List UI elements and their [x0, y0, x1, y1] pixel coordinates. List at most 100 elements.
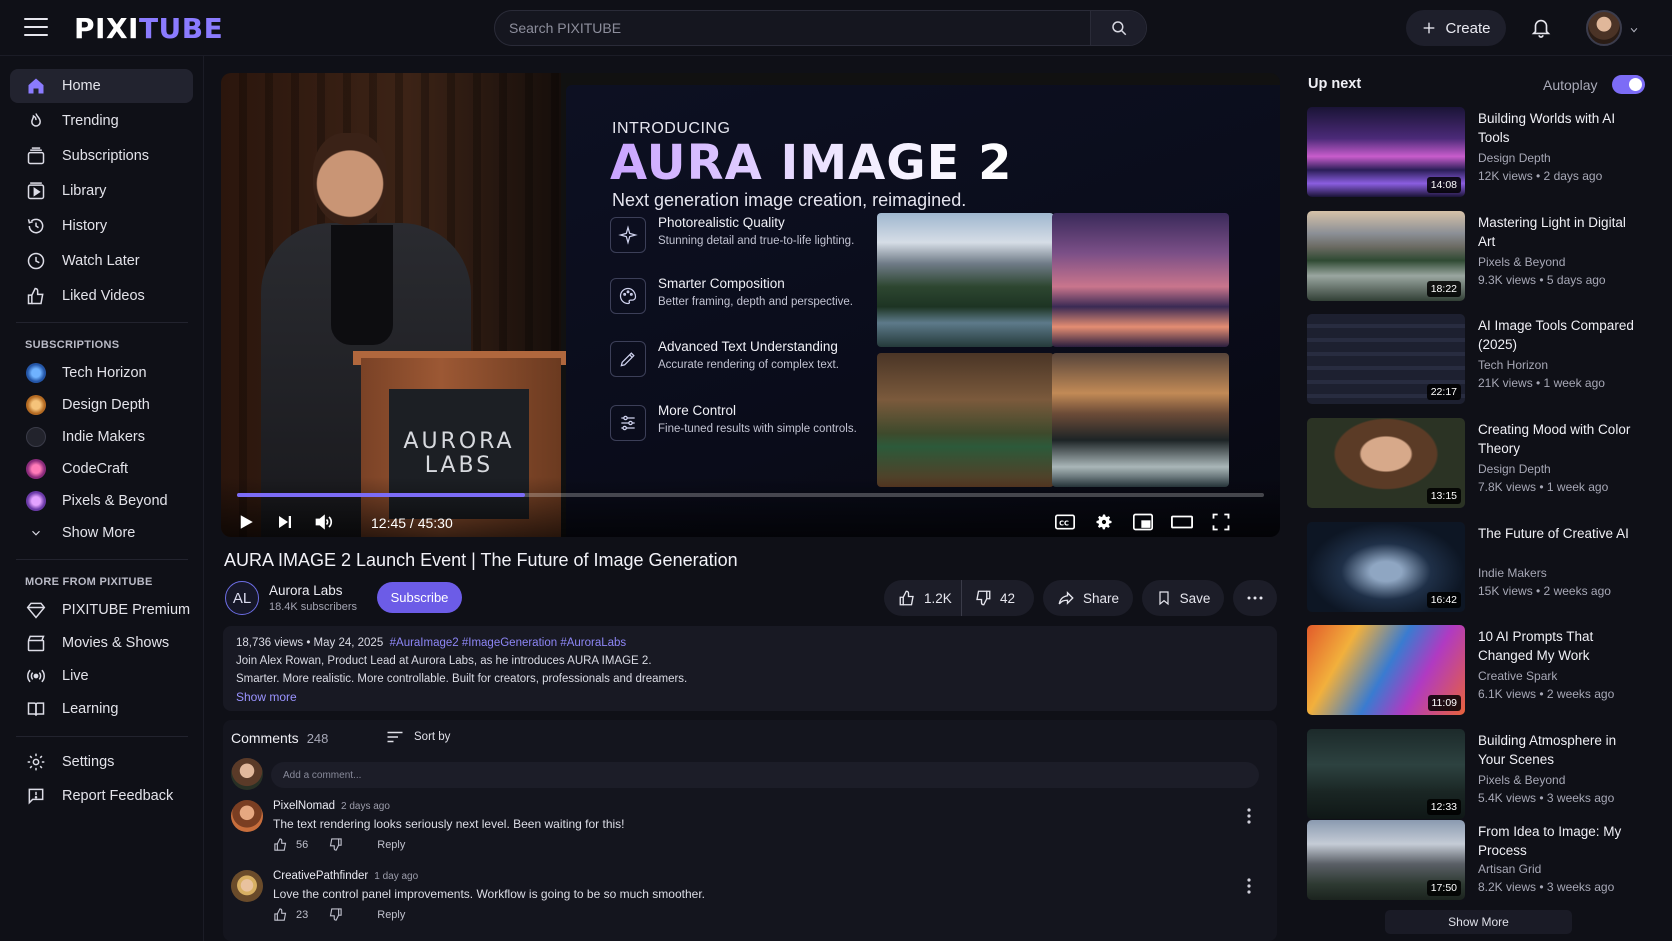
recommended-channel[interactable]: Artisan Grid: [1478, 862, 1541, 876]
sidebar-item-home[interactable]: Home: [10, 69, 193, 103]
bell-icon[interactable]: [1530, 15, 1552, 44]
video-thumbnail[interactable]: 22:17: [1307, 314, 1465, 404]
recommended-title[interactable]: Mastering Light in Digital Art: [1478, 213, 1638, 251]
sidebar-item-learning[interactable]: Learning: [10, 692, 193, 726]
volume-button[interactable]: [307, 505, 341, 537]
reply-button[interactable]: Reply: [377, 839, 405, 851]
share-button[interactable]: Share: [1043, 580, 1133, 616]
recommended-title[interactable]: Building Atmosphere in Your Scenes: [1478, 731, 1638, 769]
subscribe-button[interactable]: Subscribe: [377, 582, 462, 613]
sidebar-item-trending[interactable]: Trending: [10, 104, 193, 138]
more-vertical-icon[interactable]: [1247, 808, 1251, 829]
recommended-video[interactable]: 14:08 Building Worlds with AI Tools Desi…: [1307, 107, 1667, 199]
fullscreen-button[interactable]: [1204, 505, 1238, 537]
description-box[interactable]: 18,736 views • May 24, 2025 #AuraImage2 …: [223, 626, 1277, 711]
captions-button[interactable]: CC: [1048, 505, 1082, 537]
recommended-title[interactable]: Building Worlds with AI Tools: [1478, 109, 1638, 147]
recommended-channel[interactable]: Design Depth: [1478, 462, 1551, 476]
feature-item: Advanced Text Understanding Accurate ren…: [610, 337, 880, 385]
video-thumbnail[interactable]: 17:50: [1307, 820, 1465, 900]
recommended-video[interactable]: 12:33 Building Atmosphere in Your Scenes…: [1307, 729, 1667, 821]
next-button[interactable]: [268, 505, 302, 537]
hashtags[interactable]: #AuraImage2 #ImageGeneration #AuroraLabs: [390, 637, 627, 649]
recommended-channel[interactable]: Creative Spark: [1478, 669, 1557, 683]
sidebar-channel-codecraft[interactable]: CodeCraft: [10, 452, 193, 486]
miniplayer-button[interactable]: [1126, 505, 1160, 537]
sidebar-show-more[interactable]: Show More: [10, 516, 193, 550]
feature-title: More Control: [658, 403, 737, 418]
show-more-button[interactable]: Show More: [1385, 910, 1572, 934]
recommended-channel[interactable]: Indie Makers: [1478, 566, 1547, 580]
recommended-video[interactable]: 17:50 From Idea to Image: My Process Art…: [1307, 820, 1667, 912]
reply-button[interactable]: Reply: [377, 909, 405, 921]
menu-icon[interactable]: [24, 18, 48, 38]
logo[interactable]: PIXITUBE: [74, 12, 223, 45]
sidebar-item-subscriptions[interactable]: Subscriptions: [10, 139, 193, 173]
sidebar-channel-indie-makers[interactable]: Indie Makers: [10, 420, 193, 454]
sidebar-item-feedback[interactable]: Report Feedback: [10, 779, 193, 813]
settings-button[interactable]: [1087, 505, 1121, 537]
recommended-channel[interactable]: Design Depth: [1478, 151, 1551, 165]
autoplay-toggle[interactable]: [1612, 75, 1645, 94]
sidebar-item-movies[interactable]: Movies & Shows: [10, 626, 193, 660]
video-player[interactable]: AURORA LABS INTRODUCING AURA IMAGE 2 Nex…: [221, 73, 1280, 537]
sidebar-item-live[interactable]: Live: [10, 659, 193, 693]
recommended-video[interactable]: 16:42 The Future of Creative AI Indie Ma…: [1307, 522, 1667, 614]
comment-author[interactable]: PixelNomad: [273, 800, 335, 812]
sidebar-channel-pixels-beyond[interactable]: Pixels & Beyond: [10, 484, 193, 518]
video-thumbnail[interactable]: 18:22: [1307, 211, 1465, 301]
video-thumbnail[interactable]: 16:42: [1307, 522, 1465, 612]
sidebar-item-liked-videos[interactable]: Liked Videos: [10, 279, 193, 313]
commenter-avatar[interactable]: [231, 870, 263, 902]
recommended-title[interactable]: The Future of Creative AI: [1478, 524, 1638, 543]
thumbs-down-icon[interactable]: [328, 837, 343, 852]
more-vertical-icon[interactable]: [1247, 878, 1251, 899]
recommended-video[interactable]: 13:15 Creating Mood with Color Theory De…: [1307, 418, 1667, 510]
sidebar-item-settings[interactable]: Settings: [10, 745, 193, 779]
theater-button[interactable]: [1165, 505, 1199, 537]
sidebar-item-label: Settings: [62, 754, 115, 770]
sort-by-button[interactable]: Sort by: [386, 730, 450, 744]
play-button[interactable]: [229, 505, 263, 537]
create-button[interactable]: Create: [1406, 10, 1506, 46]
avatar[interactable]: [1586, 10, 1622, 46]
sidebar-item-history[interactable]: History: [10, 209, 193, 243]
channel-name[interactable]: Aurora Labs: [269, 583, 343, 598]
like-button[interactable]: 1.2K: [884, 580, 962, 616]
recommended-title[interactable]: From Idea to Image: My Process: [1478, 822, 1638, 860]
recommended-title[interactable]: Creating Mood with Color Theory: [1478, 420, 1638, 458]
chevron-down-icon[interactable]: [1628, 22, 1640, 40]
sidebar-channel-design-depth[interactable]: Design Depth: [10, 388, 193, 422]
save-button[interactable]: Save: [1142, 580, 1224, 616]
recommended-channel[interactable]: Pixels & Beyond: [1478, 255, 1565, 269]
progress-bar[interactable]: [237, 493, 1264, 497]
video-thumbnail[interactable]: 13:15: [1307, 418, 1465, 508]
recommended-title[interactable]: 10 AI Prompts That Changed My Work: [1478, 627, 1638, 665]
recommended-channel[interactable]: Tech Horizon: [1478, 358, 1548, 372]
recommended-video[interactable]: 11:09 10 AI Prompts That Changed My Work…: [1307, 625, 1667, 717]
video-thumbnail[interactable]: 12:33: [1307, 729, 1465, 819]
more-actions-button[interactable]: [1233, 580, 1277, 616]
recommended-channel[interactable]: Pixels & Beyond: [1478, 773, 1565, 787]
video-thumbnail[interactable]: 11:09: [1307, 625, 1465, 715]
sidebar-item-premium[interactable]: PIXITUBE Premium: [10, 593, 193, 627]
channel-avatar[interactable]: AL: [225, 581, 259, 615]
recommended-video[interactable]: 22:17 AI Image Tools Compared (2025) Tec…: [1307, 314, 1667, 406]
search-input[interactable]: [495, 11, 1090, 45]
thumbs-down-icon[interactable]: [328, 907, 343, 922]
skip-next-icon: [279, 516, 291, 528]
sidebar-item-watch-later[interactable]: Watch Later: [10, 244, 193, 278]
thumbs-up-icon[interactable]: [273, 907, 288, 922]
video-thumbnail[interactable]: 14:08: [1307, 107, 1465, 197]
recommended-video[interactable]: 18:22 Mastering Light in Digital Art Pix…: [1307, 211, 1667, 303]
show-more-link[interactable]: Show more: [236, 688, 1264, 706]
add-comment-input[interactable]: Add a comment...: [271, 762, 1259, 788]
sidebar-channel-tech-horizon[interactable]: Tech Horizon: [10, 356, 193, 390]
search-button[interactable]: [1090, 11, 1146, 45]
comment-author[interactable]: CreativePathfinder: [273, 870, 368, 882]
recommended-title[interactable]: AI Image Tools Compared (2025): [1478, 316, 1638, 354]
sidebar-item-library[interactable]: Library: [10, 174, 193, 208]
commenter-avatar[interactable]: [231, 800, 263, 832]
dislike-button[interactable]: 42: [962, 589, 1015, 607]
thumbs-up-icon[interactable]: [273, 837, 288, 852]
